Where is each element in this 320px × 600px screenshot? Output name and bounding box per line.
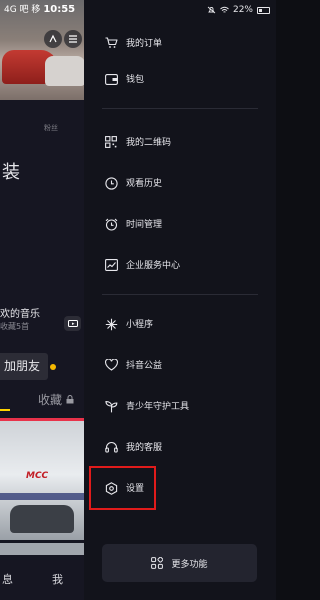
menu-item-label: 我的二维码 (126, 138, 172, 148)
menu-item-orders[interactable]: 我的订单 (84, 32, 276, 56)
add-friend-button[interactable]: 加朋友 (0, 353, 48, 380)
car-image (10, 505, 74, 533)
favorite-music-title[interactable]: 欢的音乐 (0, 305, 40, 320)
status-time: 10:55 (43, 4, 76, 15)
nav-messages[interactable]: 息 (2, 571, 13, 587)
history-clock-icon (102, 174, 120, 192)
side-drawer: 22% 我的订单 钱包 我的二维码 观看历史 时间管理 企业服务中心 小程序 抖… (84, 0, 276, 600)
favorite-music-count: 收藏5首 (0, 322, 30, 331)
sprout-icon (102, 397, 120, 415)
menu-item-mini-program[interactable]: 小程序 (84, 313, 276, 337)
settings-highlight-box (89, 466, 156, 510)
store-banner (0, 493, 84, 500)
status-bar-right: 22% (207, 0, 270, 20)
wifi-icon (220, 6, 229, 13)
bottom-nav: 息 我 (0, 566, 84, 590)
tab-indicator (0, 409, 10, 411)
qrcode-icon (102, 133, 120, 151)
nav-me[interactable]: 我 (52, 571, 63, 587)
menu-item-time-management[interactable]: 时间管理 (84, 213, 276, 237)
profile-page-background: 4G 吧 移 10:55 粉丝 装 欢的音乐 收藏5首 加朋友 收藏 MCC 息… (0, 0, 84, 600)
wallet-icon (102, 70, 120, 88)
tv-icon[interactable] (64, 316, 81, 331)
menu-item-enterprise[interactable]: 企业服务中心 (84, 254, 276, 278)
menu-item-youth-guard[interactable]: 青少年守护工具 (84, 395, 276, 419)
tab-favorites[interactable]: 收藏 (38, 391, 62, 408)
menu-item-history[interactable]: 观看历史 (84, 172, 276, 196)
menu-item-qrcode[interactable]: 我的二维码 (84, 131, 276, 155)
menu-item-label: 观看历史 (126, 179, 163, 189)
menu-item-label: 我的订单 (126, 39, 163, 49)
lock-icon (66, 395, 74, 404)
cart-icon (102, 34, 120, 52)
white-car-image (45, 56, 84, 86)
menu-item-label: 企业服务中心 (126, 261, 181, 271)
status-bar-left: 4G 吧 移 10:55 (0, 0, 84, 20)
section-divider (102, 294, 258, 295)
menu-item-label: 小程序 (126, 320, 154, 330)
menu-item-label: 我的客服 (126, 443, 163, 453)
video-thumbnail-2[interactable] (0, 543, 84, 555)
heart-hands-icon (102, 356, 120, 374)
battery-text: 22% (232, 5, 253, 15)
menu-item-customer-service[interactable]: 我的客服 (84, 436, 276, 460)
menu-icon[interactable] (64, 30, 82, 48)
menu-item-label: 抖音公益 (126, 361, 163, 371)
store-logo-text: MCC (26, 471, 49, 481)
apps-grid-icon (151, 557, 164, 569)
share-icon[interactable] (44, 30, 62, 48)
more-features-label: 更多功能 (171, 559, 208, 570)
notification-dot (50, 364, 56, 370)
menu-item-charity[interactable]: 抖音公益 (84, 354, 276, 378)
mini-program-icon (102, 315, 120, 333)
menu-item-label: 时间管理 (126, 220, 163, 230)
headset-icon (102, 438, 120, 456)
menu-item-label: 青少年守护工具 (126, 402, 190, 412)
battery-icon (257, 6, 270, 14)
alarm-clock-icon (102, 215, 120, 233)
chart-line-icon (102, 256, 120, 274)
profile-text-fragment: 装 (2, 162, 20, 183)
video-thumbnail[interactable]: MCC (0, 418, 84, 540)
more-features-button[interactable]: 更多功能 (102, 544, 257, 582)
menu-item-label: 钱包 (126, 75, 145, 85)
fans-label: 粉丝 (44, 124, 58, 132)
section-divider (102, 108, 258, 109)
menu-item-wallet[interactable]: 钱包 (84, 68, 276, 92)
signal-text: 4G 吧 移 (4, 5, 41, 15)
notification-off-icon (207, 6, 216, 14)
